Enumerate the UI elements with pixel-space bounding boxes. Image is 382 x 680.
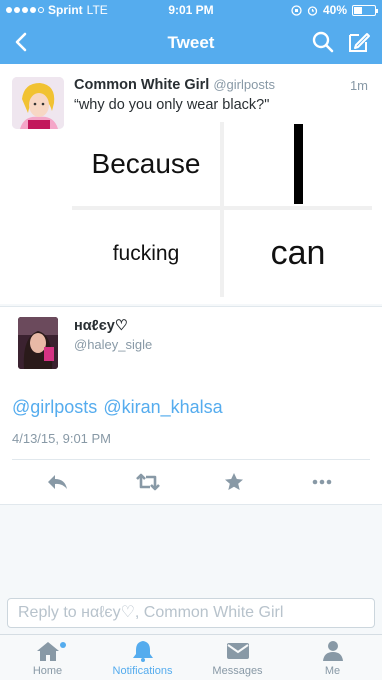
- reply-input[interactable]: [7, 598, 375, 628]
- tab-home[interactable]: Home: [0, 635, 95, 680]
- quoted-author-name[interactable]: Common White Girl @girlposts: [74, 77, 275, 93]
- tab-messages-label: Messages: [212, 665, 263, 677]
- tweet-actions: [0, 460, 382, 504]
- more-icon[interactable]: [310, 472, 334, 492]
- quoted-author-handle: @girlposts: [213, 77, 275, 92]
- quoted-tweet[interactable]: Common White Girl @girlposts 1m “why do y…: [0, 64, 382, 304]
- favorite-icon[interactable]: [222, 472, 246, 492]
- tab-me-label: Me: [324, 665, 341, 677]
- compose-icon[interactable]: [346, 29, 372, 55]
- tab-bar: Home Notifications Messages Me: [0, 634, 382, 680]
- meme-cell-3: fucking: [72, 210, 220, 297]
- reply-icon[interactable]: [45, 472, 69, 492]
- tweet-date: 4/13/15, 9:01 PM: [12, 431, 112, 446]
- tab-home-label: Home: [32, 665, 63, 677]
- battery-percent: 40%: [322, 3, 347, 17]
- meme-cell-4: can: [224, 210, 372, 297]
- quoted-text: “why do you only wear black?": [74, 97, 270, 113]
- meme-cell-1: Because: [72, 122, 220, 206]
- lock-rotation-icon: [291, 4, 302, 16]
- app-header: Sprint LTE 9:01 PM 40% Tweet: [0, 0, 382, 64]
- search-icon[interactable]: [310, 29, 336, 55]
- bell-icon: [133, 641, 153, 662]
- mention-link[interactable]: @girlposts: [12, 397, 97, 417]
- tweet-detail: нαℓєу♡ @haley_sigle @girlposts @kiran_kha…: [0, 306, 382, 504]
- person-icon: [323, 641, 343, 661]
- nav-bar: Tweet: [0, 20, 382, 64]
- battery-icon: [352, 4, 378, 16]
- quoted-timestamp: 1m: [349, 78, 368, 93]
- retweet-icon[interactable]: [134, 472, 162, 492]
- envelope-icon: [227, 643, 249, 659]
- meme-image[interactable]: Because fucking can: [72, 122, 372, 297]
- quoted-avatar[interactable]: [12, 77, 64, 129]
- meme-cell-2: [224, 122, 372, 206]
- author-handle[interactable]: @haley_sigle: [74, 337, 152, 352]
- status-bar: Sprint LTE 9:01 PM 40%: [0, 0, 382, 20]
- reply-bar: [0, 596, 382, 632]
- home-icon: [37, 642, 59, 661]
- unread-dot: [60, 642, 66, 648]
- tab-notifications-label: Notifications: [112, 665, 173, 677]
- author-avatar[interactable]: [18, 317, 58, 369]
- mention-link[interactable]: @kiran_khalsa: [103, 397, 222, 417]
- tab-notifications[interactable]: Notifications: [95, 635, 190, 680]
- empty-area: [0, 504, 382, 596]
- meme-cell-2-letter: [293, 124, 303, 204]
- tweet-text: @girlposts @kiran_khalsa: [12, 397, 229, 418]
- alarm-icon: [307, 5, 318, 16]
- tab-me[interactable]: Me: [285, 635, 380, 680]
- author-name[interactable]: нαℓєу♡: [74, 318, 128, 334]
- tab-messages[interactable]: Messages: [190, 635, 285, 680]
